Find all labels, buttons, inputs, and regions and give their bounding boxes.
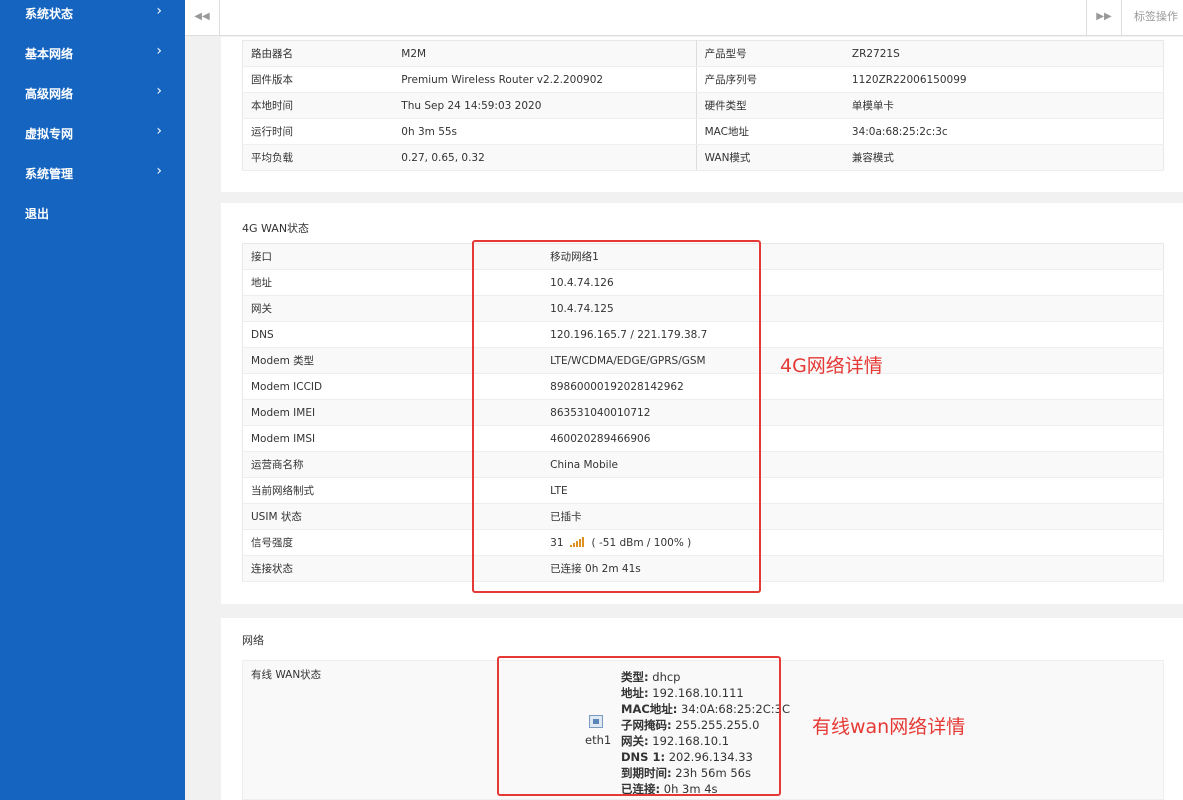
sidebar: 系统状态 › 基本网络 › 高级网络 › 虚拟专网 › 系统管理 › 退出 (0, 0, 185, 800)
field-value: 0.27, 0.65, 0.32 (393, 144, 697, 171)
chevron-right-icon: › (156, 163, 162, 179)
system-info-table: 路由器名 M2M 产品型号 ZR2721S 固件版本 Premium Wireless R… (242, 40, 1164, 171)
sidebar-item-label: 高级网络 (25, 87, 74, 101)
field-value: 兼容模式 (843, 144, 1164, 171)
sidebar-item-advanced-network[interactable]: 高级网络 › (0, 76, 185, 116)
field-value: 0h 3m 55s (393, 118, 697, 145)
field-value: Thu Sep 24 14:59:03 2020 (393, 92, 697, 119)
double-chevron-left-icon: ◀◀ (194, 11, 210, 22)
field-label: 路由器名 (242, 40, 394, 67)
sidebar-item-system-status[interactable]: 系统状态 › (0, 0, 185, 36)
field-value: 1120ZR22006150099 (843, 66, 1164, 93)
wan4g-highlight-box (472, 240, 761, 593)
tab-operations-button[interactable]: 标签操作 (1121, 0, 1183, 36)
field-label: 本地时间 (242, 92, 394, 119)
chevron-right-icon: › (156, 83, 162, 99)
network-title: 网络 (242, 634, 264, 647)
field-value: ZR2721S (843, 40, 1164, 67)
field-label: 产品型号 (696, 40, 844, 67)
field-label: 固件版本 (242, 66, 394, 93)
wan4g-title: 4G WAN状态 (242, 222, 310, 235)
sidebar-item-basic-network[interactable]: 基本网络 › (0, 36, 185, 76)
wired-wan-highlight-box (497, 656, 781, 796)
main-content: 路由器名 M2M 产品型号 ZR2721S 固件版本 Premium Wireless R… (185, 37, 1183, 800)
scroll-tabs-left-button[interactable]: ◀◀ (185, 0, 220, 36)
field-label: WAN模式 (696, 144, 844, 171)
tab-bar: ◀◀ ▶▶ 标签操作 (185, 0, 1183, 36)
field-label: MAC地址 (696, 118, 844, 145)
wired-wan-annotation: 有线wan网络详情 (812, 716, 966, 738)
field-value: M2M (393, 40, 697, 67)
table-row: 固件版本 Premium Wireless Router v2.2.200902 产… (242, 66, 1164, 93)
sidebar-item-label: 系统状态 (25, 7, 74, 21)
chevron-right-icon: › (156, 3, 162, 19)
table-row: 本地时间 Thu Sep 24 14:59:03 2020 硬件类型 单模单卡 (242, 92, 1164, 119)
sidebar-item-system-management[interactable]: 系统管理 › (0, 156, 185, 196)
table-row: 平均负载 0.27, 0.65, 0.32 WAN模式 兼容模式 (242, 144, 1164, 171)
table-row: 运行时间 0h 3m 55s MAC地址 34:0a:68:25:2c:3c (242, 118, 1164, 145)
field-value: 单模单卡 (843, 92, 1164, 119)
sidebar-item-vpn[interactable]: 虚拟专网 › (0, 116, 185, 156)
system-info-panel: 路由器名 M2M 产品型号 ZR2721S 固件版本 Premium Wireless R… (221, 37, 1183, 192)
wan4g-panel: 4G WAN状态 接口 移动网络1 地址 10.4.74.126 网关 10.4.74.1… (221, 203, 1183, 604)
table-row: 路由器名 M2M 产品型号 ZR2721S (242, 40, 1164, 67)
field-label: 硬件类型 (696, 92, 844, 119)
sidebar-item-label: 系统管理 (25, 167, 74, 181)
sidebar-item-logout[interactable]: 退出 (0, 196, 185, 236)
scroll-tabs-right-button[interactable]: ▶▶ (1086, 0, 1121, 36)
sidebar-item-label: 退出 (25, 207, 50, 221)
chevron-right-icon: › (156, 123, 162, 139)
field-label: 产品序列号 (696, 66, 844, 93)
double-chevron-right-icon: ▶▶ (1096, 11, 1112, 22)
sidebar-item-label: 基本网络 (25, 47, 74, 61)
field-value: 34:0a:68:25:2c:3c (843, 118, 1164, 145)
network-panel: 网络 有线 WAN状态 eth1 类型: dhcp 地址: 192.168.10.… (221, 618, 1183, 800)
wan4g-annotation: 4G网络详情 (780, 355, 883, 377)
field-value: Premium Wireless Router v2.2.200902 (393, 66, 697, 93)
wired-wan-label: 有线 WAN状态 (251, 669, 322, 681)
field-label: 运行时间 (242, 118, 394, 145)
field-label: 平均负载 (242, 144, 394, 171)
sidebar-item-label: 虚拟专网 (25, 127, 74, 141)
chevron-right-icon: › (156, 43, 162, 59)
